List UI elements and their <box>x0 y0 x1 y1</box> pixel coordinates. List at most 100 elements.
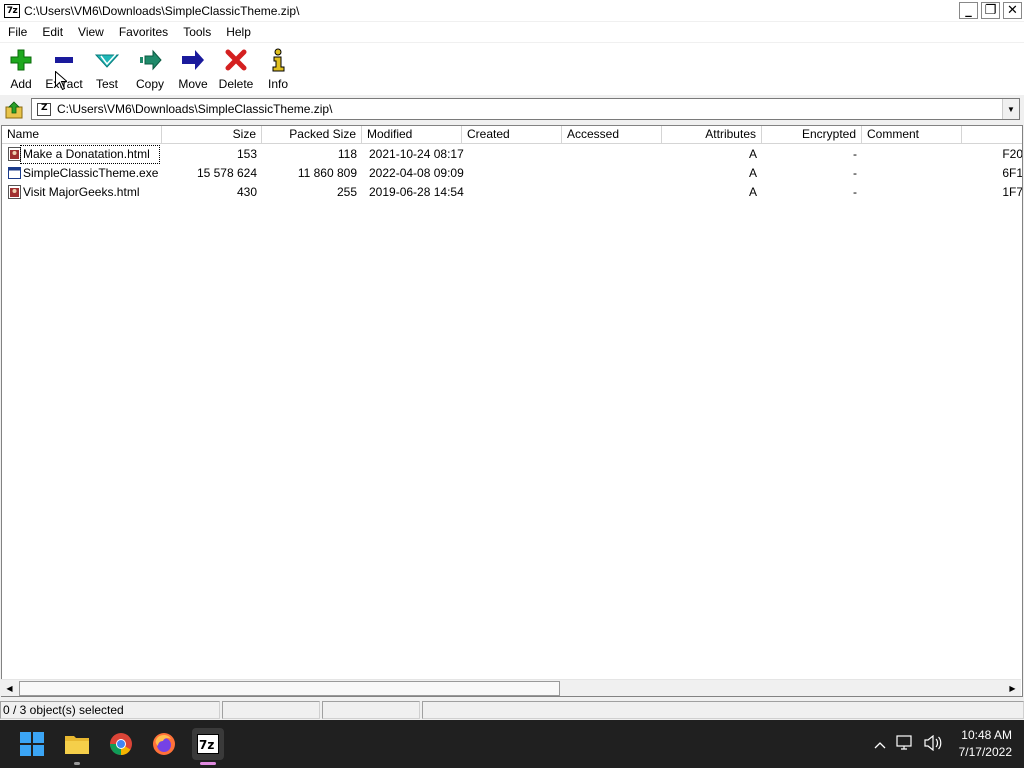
delete-label: Delete <box>218 77 254 91</box>
title-bar[interactable]: 7z C:\Users\VM6\Downloads\SimpleClassicT… <box>0 0 1024 21</box>
network-icon[interactable] <box>896 734 914 754</box>
file-row[interactable]: SimpleClassicTheme.exe 15 578 624 11 860… <box>2 164 1023 183</box>
column-packed-size[interactable]: Packed Size <box>262 126 362 144</box>
minimize-button[interactable]: _ <box>959 2 978 19</box>
file-size: 430 <box>236 185 257 199</box>
file-size: 15 578 624 <box>196 166 257 180</box>
status-packed <box>322 701 420 719</box>
close-button[interactable]: ✕ <box>1003 2 1022 19</box>
file-crc: 6F1 <box>1002 166 1023 180</box>
scroll-thumb[interactable] <box>19 681 560 696</box>
file-modified: 2022-04-08 09:09 <box>369 166 464 180</box>
file-row[interactable]: Make a Donatation.html 153 118 2021-10-2… <box>2 145 1023 164</box>
clock-date: 7/17/2022 <box>958 745 1012 759</box>
file-explorer-icon[interactable] <box>61 728 93 765</box>
file-size: 153 <box>236 147 257 161</box>
chevron-right-icon: ▶ <box>1009 684 1016 693</box>
chevron-down-icon: ▼ <box>1007 104 1015 114</box>
column-size[interactable]: Size <box>162 126 262 144</box>
delete-x-icon <box>224 48 248 72</box>
delete-button[interactable]: Delete <box>216 43 256 93</box>
file-modified: 2021-10-24 08:17 <box>369 147 464 161</box>
column-modified[interactable]: Modified <box>362 126 462 144</box>
move-button[interactable]: Move <box>173 43 213 93</box>
column-accessed[interactable]: Accessed <box>562 126 662 144</box>
file-encrypted: - <box>853 185 857 199</box>
copy-arrow-icon <box>138 48 162 72</box>
horizontal-scrollbar[interactable]: ◀ ▶ <box>1 679 1021 696</box>
clock-time: 10:48 AM <box>961 728 1012 742</box>
checkmark-icon <box>95 48 119 72</box>
7zip-window: 7z C:\Users\VM6\Downloads\SimpleClassicT… <box>0 0 1024 720</box>
info-label: Info <box>267 77 288 91</box>
7zip-app-icon: 7z <box>4 3 20 18</box>
move-arrow-icon <box>181 48 205 72</box>
menu-help[interactable]: Help <box>218 25 258 39</box>
up-folder-button[interactable] <box>3 99 24 120</box>
address-bar: C:\Users\VM6\Downloads\SimpleClassicThem… <box>0 97 1024 122</box>
column-attributes[interactable]: Attributes <box>662 126 762 144</box>
zip-archive-icon <box>37 102 51 116</box>
scroll-right-button[interactable]: ▶ <box>1004 680 1021 697</box>
taskbar: 7z 10:48 AM 7/17/2022 <box>0 720 1024 768</box>
svg-text:7z: 7z <box>199 738 214 752</box>
mouse-cursor-icon <box>55 71 67 90</box>
window-title: C:\Users\VM6\Downloads\SimpleClassicThem… <box>24 3 300 18</box>
column-name[interactable]: Name <box>2 126 162 144</box>
list-header: Name Size Packed Size Modified Created A… <box>2 126 1022 144</box>
column-encrypted[interactable]: Encrypted <box>762 126 862 144</box>
chevron-left-icon: ◀ <box>6 684 13 693</box>
window-controls: _ ❐ ✕ <box>959 2 1022 19</box>
start-icon[interactable] <box>16 728 48 760</box>
system-tray: 10:48 AM 7/17/2022 <box>869 720 1024 768</box>
running-indicator <box>74 762 80 765</box>
menu-view[interactable]: View <box>70 25 111 39</box>
path-dropdown-button[interactable]: ▼ <box>1002 99 1019 119</box>
menu-tools[interactable]: Tools <box>175 25 218 39</box>
plus-icon <box>9 48 33 72</box>
path-combobox[interactable]: C:\Users\VM6\Downloads\SimpleClassicThem… <box>31 98 1020 120</box>
info-button[interactable]: Info <box>258 43 298 93</box>
file-attributes: A <box>748 166 757 180</box>
file-row[interactable]: Visit MajorGeeks.html 430 255 2019-06-28… <box>2 183 1023 202</box>
copy-button[interactable]: Copy <box>130 43 170 93</box>
chrome-icon[interactable] <box>105 728 137 760</box>
add-button[interactable]: Add <box>1 43 41 93</box>
file-list[interactable]: Name Size Packed Size Modified Created A… <box>1 125 1023 697</box>
file-name: Make a Donatation.html <box>20 145 160 164</box>
7zip-taskbar-icon[interactable]: 7z <box>192 728 224 765</box>
menu-favorites[interactable]: Favorites <box>111 25 175 39</box>
menu-edit[interactable]: Edit <box>34 25 70 39</box>
scroll-left-button[interactable]: ◀ <box>1 680 18 697</box>
up-folder-icon <box>5 100 22 118</box>
file-encrypted: - <box>853 147 857 161</box>
column-crc[interactable] <box>962 126 1022 144</box>
path-text: C:\Users\VM6\Downloads\SimpleClassicThem… <box>57 102 333 116</box>
file-attributes: A <box>748 185 757 199</box>
volume-icon[interactable] <box>924 734 942 754</box>
firefox-icon[interactable] <box>148 728 180 760</box>
file-packed-size: 118 <box>337 147 357 161</box>
selection-status: 0 / 3 object(s) selected <box>0 701 220 719</box>
add-label: Add <box>10 77 32 91</box>
file-attributes: A <box>748 147 757 161</box>
test-button[interactable]: Test <box>87 43 127 93</box>
restore-button[interactable]: ❐ <box>981 2 1000 19</box>
active-indicator <box>200 762 216 765</box>
column-comment[interactable]: Comment <box>862 126 962 144</box>
file-packed-size: 11 860 809 <box>297 166 357 180</box>
move-label: Move <box>178 77 208 91</box>
menu-bar: File Edit View Favorites Tools Help <box>0 22 1024 42</box>
file-crc: F20 <box>1002 147 1023 161</box>
chevron-up-icon[interactable] <box>874 736 886 752</box>
toolbar: Add Extract Test Copy Move Delete Info <box>0 43 1024 95</box>
copy-label: Copy <box>135 77 164 91</box>
info-icon <box>266 48 290 72</box>
menu-file[interactable]: File <box>0 25 34 39</box>
file-crc: 1F7 <box>1002 185 1023 199</box>
file-encrypted: - <box>853 166 857 180</box>
file-modified: 2019-06-28 14:54 <box>369 185 464 199</box>
file-packed-size: 255 <box>336 185 357 199</box>
clock[interactable]: 10:48 AM 7/17/2022 <box>959 727 1012 761</box>
column-created[interactable]: Created <box>462 126 562 144</box>
